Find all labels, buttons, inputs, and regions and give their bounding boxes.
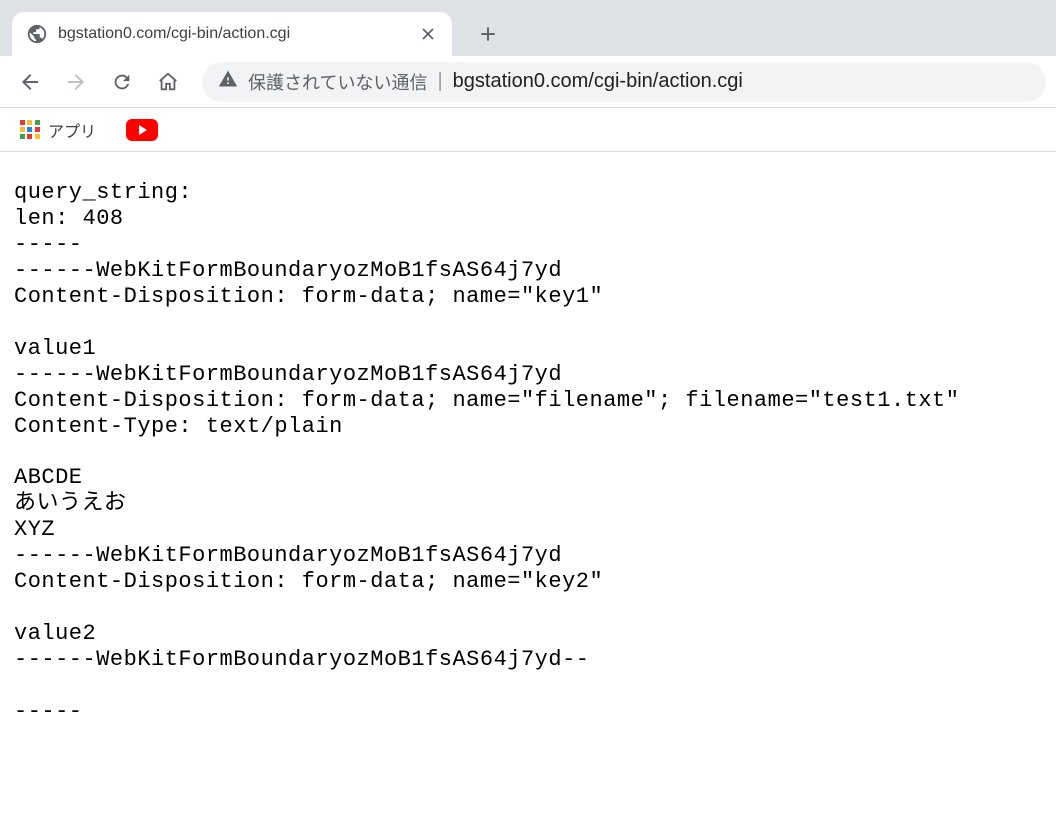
apps-icon [20, 120, 40, 140]
forward-button[interactable] [56, 62, 96, 102]
bookmarks-bar: アプリ [0, 108, 1056, 152]
url-text: bgstation0.com/cgi-bin/action.cgi [453, 70, 743, 93]
warning-icon [218, 69, 238, 94]
apps-bookmark[interactable]: アプリ [14, 114, 102, 146]
page-body-text: query_string: len: 408 ----- ------WebKi… [0, 152, 1056, 753]
address-bar[interactable]: 保護されていない通信 | bgstation0.com/cgi-bin/acti… [202, 62, 1046, 102]
toolbar: 保護されていない通信 | bgstation0.com/cgi-bin/acti… [0, 56, 1056, 108]
new-tab-button[interactable] [470, 16, 506, 52]
apps-label: アプリ [48, 118, 96, 142]
omnibox-separator: | [437, 70, 442, 93]
tab-strip: bgstation0.com/cgi-bin/action.cgi [0, 0, 1056, 56]
youtube-icon [126, 119, 158, 141]
security-warning: 保護されていない通信 [218, 69, 427, 95]
reload-button[interactable] [102, 62, 142, 102]
warning-text: 保護されていない通信 [248, 69, 427, 95]
browser-chrome: bgstation0.com/cgi-bin/action.cgi [0, 0, 1056, 152]
tab-title: bgstation0.com/cgi-bin/action.cgi [58, 25, 408, 43]
close-tab-button[interactable] [418, 24, 438, 44]
active-tab[interactable]: bgstation0.com/cgi-bin/action.cgi [12, 12, 452, 56]
home-button[interactable] [148, 62, 188, 102]
globe-icon [26, 23, 48, 45]
back-button[interactable] [10, 62, 50, 102]
youtube-bookmark[interactable] [120, 115, 164, 145]
